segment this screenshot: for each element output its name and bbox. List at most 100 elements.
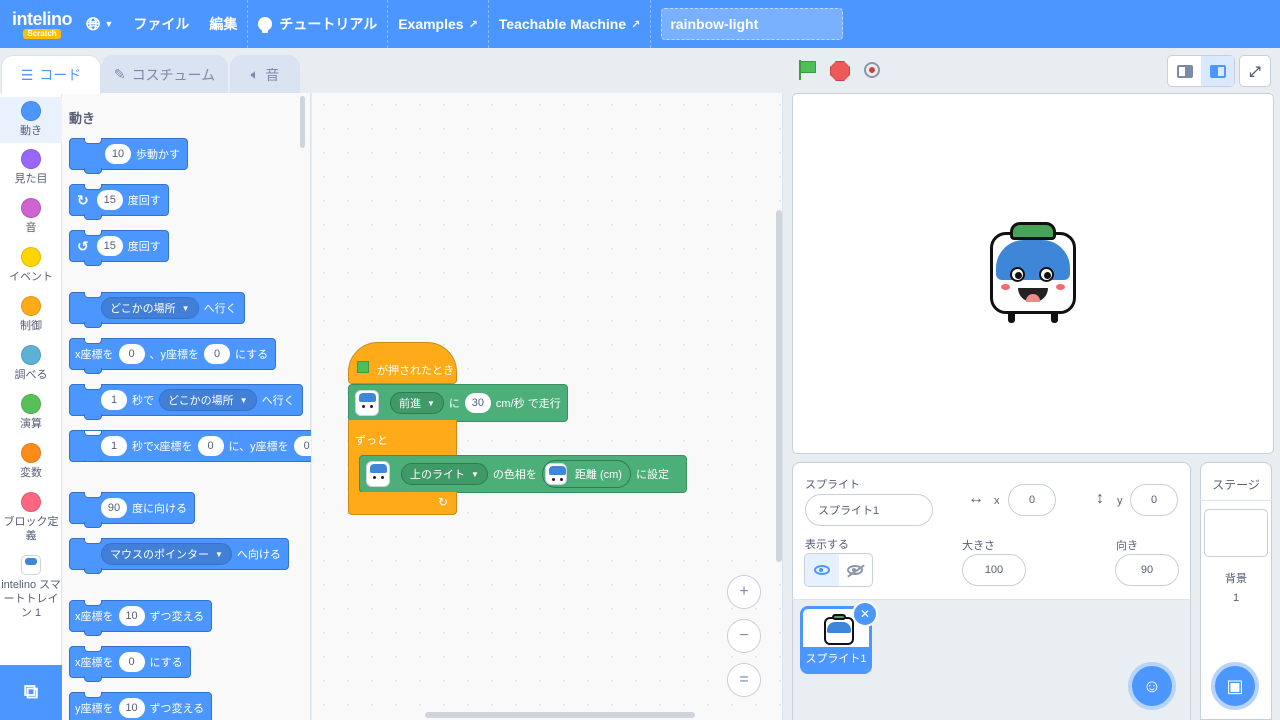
forever-block[interactable]: ずっと	[348, 420, 457, 458]
small-stage-button[interactable]	[1168, 56, 1201, 86]
backdrop-thumbnail[interactable]	[1204, 509, 1268, 557]
caret-down-icon: ▼	[215, 549, 223, 559]
drive-speed-input[interactable]: 30	[464, 393, 491, 413]
choose-sprite-button[interactable]: ☺	[1128, 662, 1176, 710]
trash-icon: ✕	[859, 607, 871, 621]
zoom-out-button[interactable]: −	[727, 619, 761, 653]
sprite-x-input[interactable]: 0	[1008, 484, 1056, 516]
category-my-blocks[interactable]: ブロック定義	[0, 492, 62, 543]
examples-link[interactable]: Examples ↗	[388, 0, 488, 48]
turn-left-input[interactable]: 15	[96, 236, 123, 256]
block-point-towards[interactable]: マウスのポインター ▼ へ向ける	[69, 538, 289, 574]
sprite-size-input[interactable]: 100	[962, 554, 1026, 586]
light-dropdown[interactable]: 上のライト ▼	[401, 463, 488, 485]
direction-input[interactable]: 90	[101, 498, 127, 518]
choose-backdrop-button[interactable]: ▣	[1211, 662, 1259, 710]
category-variables[interactable]: 変数	[0, 443, 62, 480]
set-light-hue-block[interactable]: 上のライト ▼ の色相を 距離 (cm) に設定	[359, 455, 687, 493]
turn-right-input[interactable]: 15	[96, 190, 123, 210]
change-y-input[interactable]: 10	[118, 698, 145, 718]
intelino-train-sprite[interactable]	[990, 222, 1076, 324]
block-turn-right[interactable]: ↻ 15 度回す	[69, 184, 169, 220]
change-x-input[interactable]: 10	[118, 606, 145, 626]
category-menu: 動き 見た目 音 イベント 制御 調べる 演算 変数 ブロック定義 inteli…	[0, 93, 62, 665]
sprite-y-input[interactable]: 0	[1130, 484, 1178, 516]
tutorial-label: チュートリアル	[279, 16, 378, 32]
tab-code[interactable]: ☰ コード	[1, 55, 101, 94]
distance-reporter[interactable]: 距離 (cm)	[541, 460, 631, 488]
category-motion[interactable]: 動き	[0, 97, 62, 143]
block-turn-left[interactable]: ↺ 15 度回す	[69, 230, 169, 266]
block-change-x[interactable]: x座標を 10 ずつ変える	[69, 600, 213, 636]
language-menu[interactable]: 🌐︎ ▼	[76, 0, 123, 48]
glide-secs-input[interactable]: 1	[101, 390, 127, 410]
sprite-name-input[interactable]: スプライト1	[805, 494, 933, 526]
category-control[interactable]: 制御	[0, 296, 62, 333]
add-extension-icon: ⧉	[23, 681, 39, 703]
edit-menu[interactable]: 編集	[199, 0, 247, 48]
y-axis-arrow-icon: ↕	[1096, 490, 1104, 507]
add-extension-button[interactable]: ⧉	[0, 665, 62, 720]
tab-costume[interactable]: ✎ コスチューム	[101, 55, 228, 93]
glide-target-dropdown[interactable]: どこかの場所 ▼	[159, 389, 257, 411]
speaker-icon: 🔈︎	[250, 66, 260, 82]
sprite-thumbnail-image	[824, 614, 854, 646]
teachable-machine-label: Teachable Machine	[498, 16, 627, 32]
block-change-y[interactable]: y座標を 10 ずつ変える	[69, 692, 213, 720]
lightbulb-icon	[258, 17, 273, 33]
record-button[interactable]	[864, 62, 880, 78]
when-flag-clicked-block[interactable]: が押されたとき	[348, 342, 457, 384]
goto-x-input[interactable]: 0	[118, 344, 145, 364]
fullscreen-button[interactable]: ⤢	[1239, 55, 1271, 87]
intelino-logo[interactable]: intelino Scratch	[8, 4, 76, 44]
goto-y-input[interactable]: 0	[204, 344, 230, 364]
glide-x-input[interactable]: 0	[197, 436, 224, 456]
examples-label: Examples	[398, 16, 464, 32]
tutorial-menu[interactable]: チュートリアル	[248, 0, 387, 48]
glide-y-input[interactable]: 0	[293, 436, 311, 456]
code-icon: ☰	[20, 66, 34, 83]
block-move-steps[interactable]: 10 歩動かす	[69, 138, 188, 174]
delete-sprite-button[interactable]: ✕	[852, 601, 878, 627]
sprite-direction-input[interactable]: 90	[1115, 554, 1179, 586]
tab-sound[interactable]: 🔈︎ 音	[230, 55, 300, 93]
category-sound[interactable]: 音	[0, 198, 62, 235]
script-horizontal-scrollbar[interactable]	[425, 712, 695, 718]
zoom-reset-button[interactable]: =	[727, 663, 761, 697]
drive-block[interactable]: 前進 ▼ に 30 cm/秒 で走行	[348, 384, 568, 422]
hide-sprite-button[interactable]	[839, 554, 873, 586]
zoom-in-button[interactable]: +	[727, 575, 761, 609]
set-x-input[interactable]: 0	[118, 652, 145, 672]
block-goto[interactable]: どこかの場所 ▼ へ行く	[69, 292, 245, 328]
intelino-train-icon	[366, 461, 390, 487]
caret-down-icon: ▼	[104, 19, 114, 29]
category-operators[interactable]: 演算	[0, 394, 62, 431]
goto-target-dropdown[interactable]: どこかの場所 ▼	[101, 297, 199, 319]
zoom-reset-icon: =	[739, 671, 749, 688]
rotate-right-icon: ↻	[77, 191, 89, 208]
category-looks[interactable]: 見た目	[0, 149, 62, 186]
script-vertical-scrollbar[interactable]	[776, 210, 782, 562]
block-glide-xy[interactable]: 1 秒でx座標を 0 に、y座標を 0	[69, 430, 311, 462]
project-title-input[interactable]	[661, 8, 844, 40]
category-intelino[interactable]: intelino スマートトレイン 1	[0, 555, 62, 620]
palette-scrollbar[interactable]	[300, 96, 305, 148]
intelino-train-icon	[544, 463, 567, 485]
glide-xy-secs-input[interactable]: 1	[101, 436, 127, 456]
category-events[interactable]: イベント	[0, 247, 62, 284]
show-sprite-button[interactable]	[805, 554, 839, 586]
category-sensing[interactable]: 調べる	[0, 345, 62, 382]
green-flag-button[interactable]	[797, 60, 819, 80]
block-goto-xy[interactable]: x座標を 0 、y座標を 0 にする	[69, 338, 277, 374]
file-menu[interactable]: ファイル	[123, 0, 199, 48]
steps-input[interactable]: 10	[105, 144, 131, 164]
teachable-machine-link[interactable]: Teachable Machine ↗	[489, 0, 651, 48]
drive-direction-dropdown[interactable]: 前進 ▼	[390, 392, 444, 414]
block-glide-to[interactable]: 1 秒で どこかの場所 ▼ へ行く	[69, 384, 303, 420]
point-towards-dropdown[interactable]: マウスのポインター ▼	[101, 543, 232, 565]
x-axis-arrow-icon: ↔	[968, 490, 984, 507]
block-point-direction[interactable]: 90 度に向ける	[69, 492, 195, 528]
stop-button[interactable]	[830, 61, 850, 81]
block-set-x[interactable]: x座標を 0 にする	[69, 646, 191, 682]
normal-stage-button[interactable]	[1201, 56, 1234, 86]
